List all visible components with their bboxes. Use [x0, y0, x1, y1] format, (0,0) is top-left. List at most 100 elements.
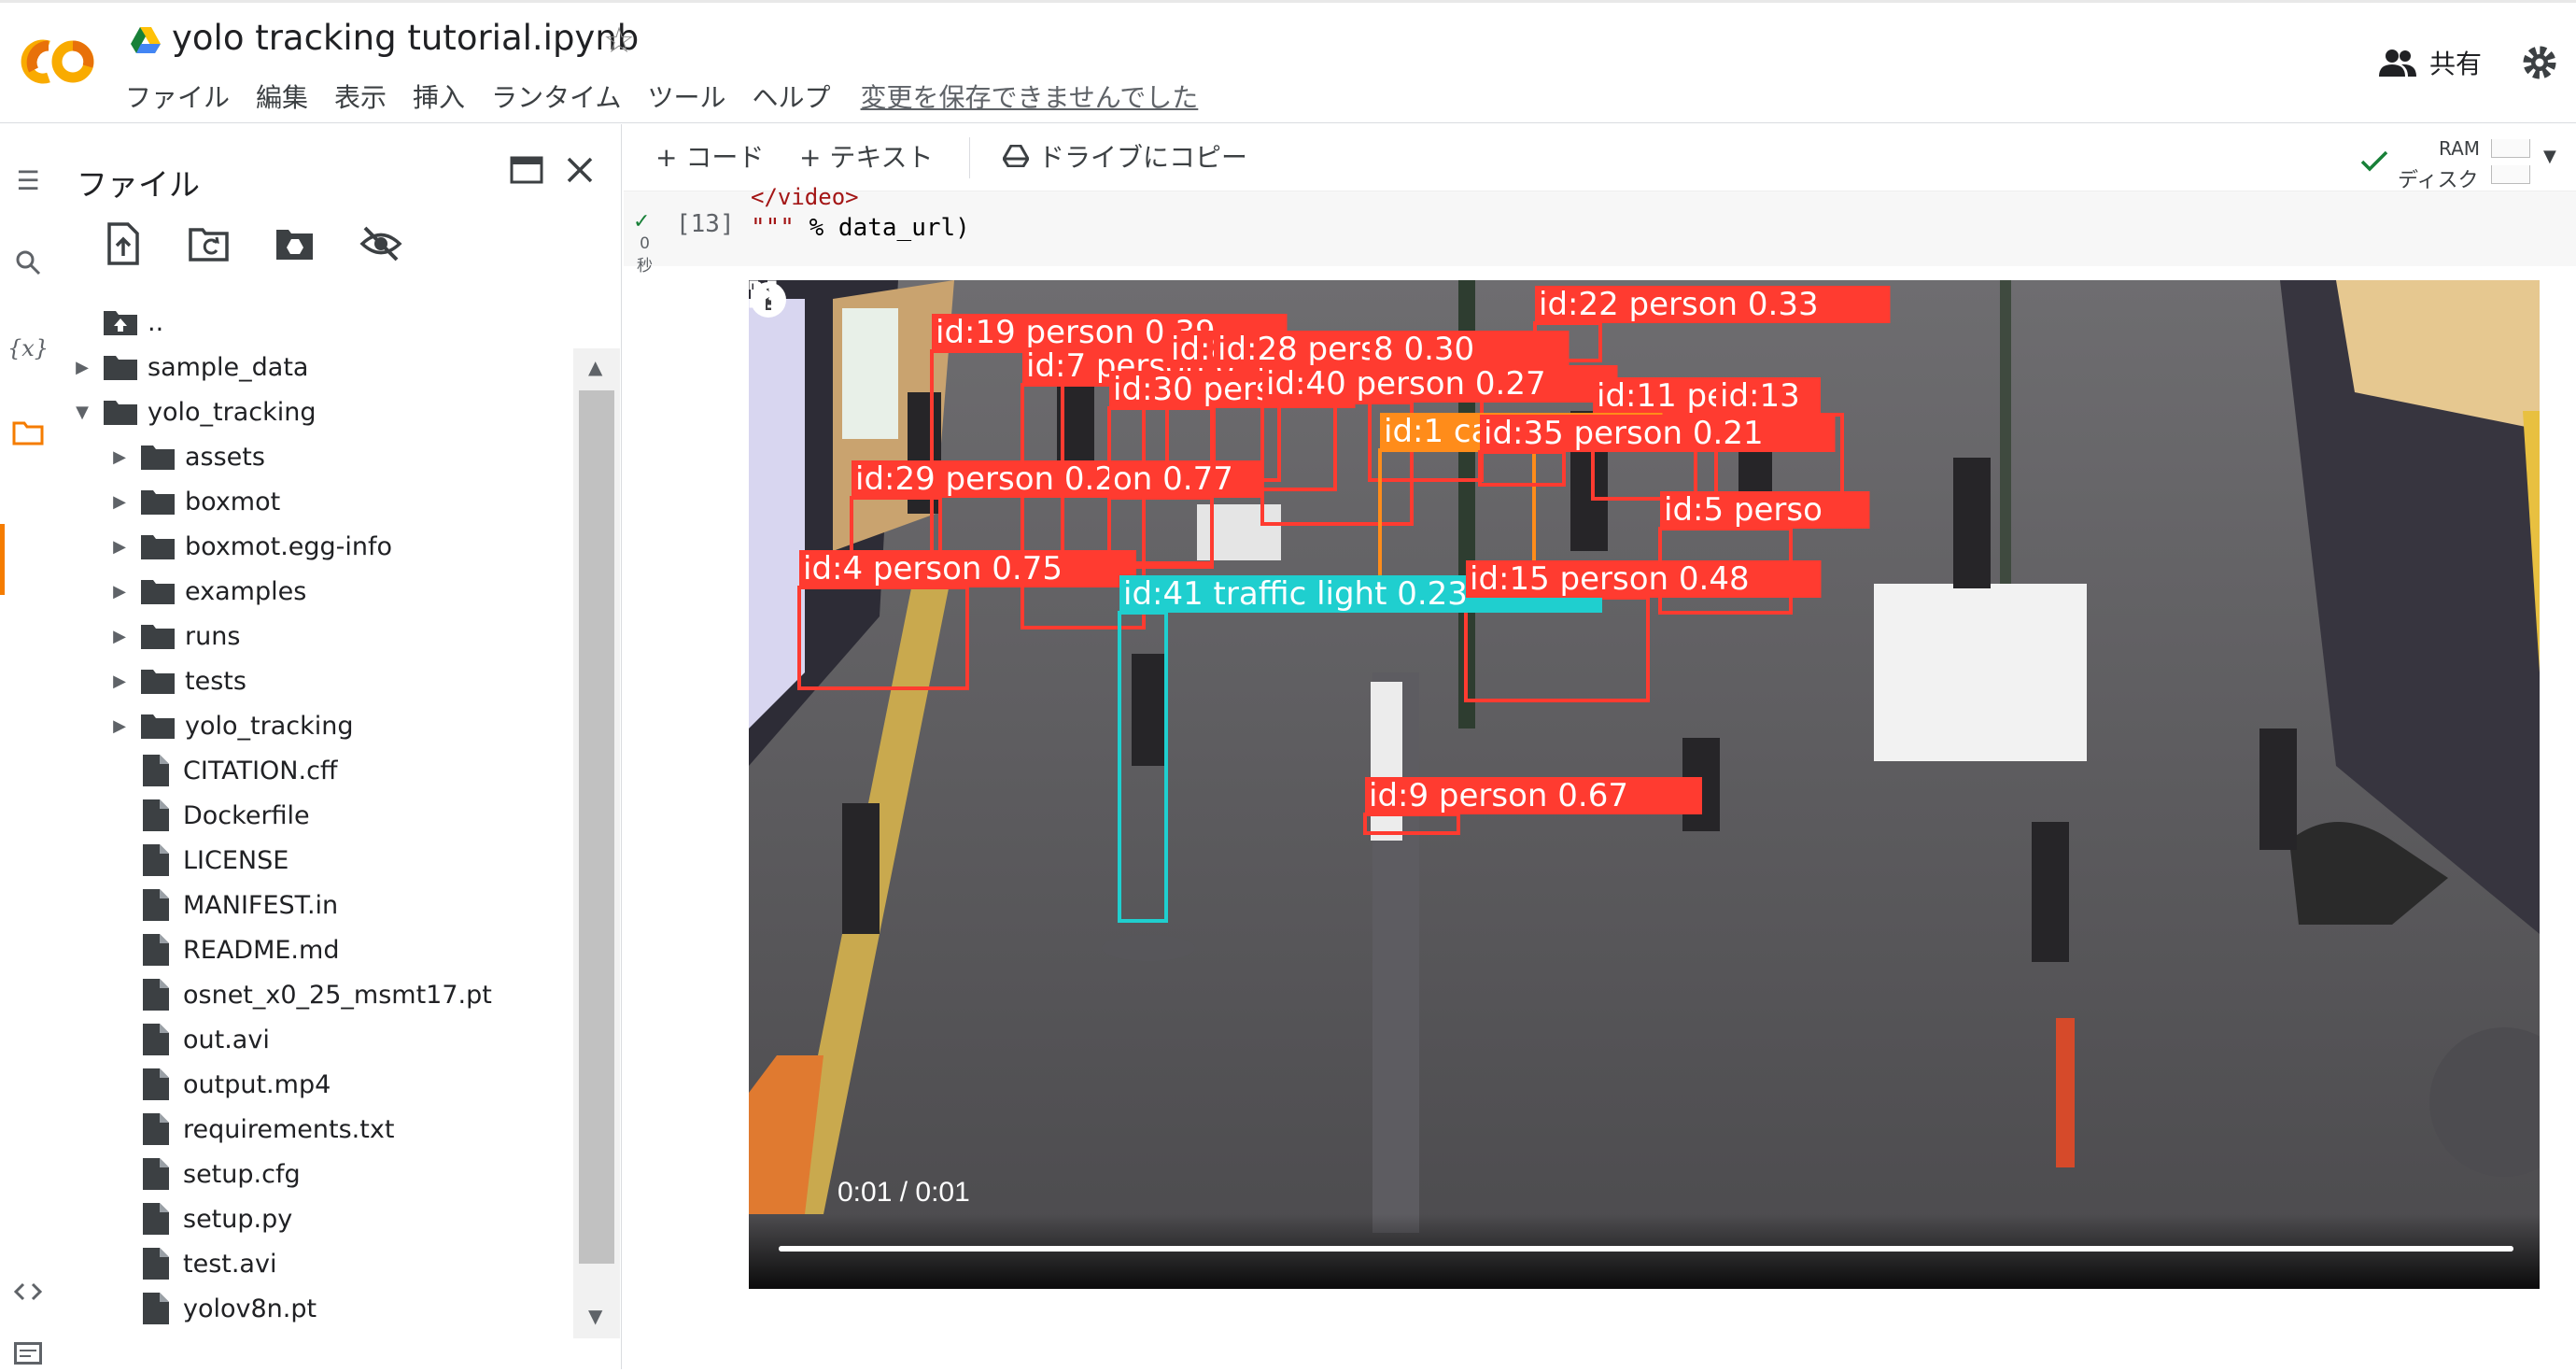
- file-tree-label: CITATION.cff: [183, 756, 338, 785]
- video-time: 0:01 / 0:01: [838, 1177, 970, 1208]
- file-icon: [143, 799, 169, 831]
- file-tree-folder[interactable]: ▶ assets: [110, 434, 265, 479]
- files-panel-title: ファイル: [77, 166, 200, 203]
- chevron-right-icon[interactable]: ▶: [110, 582, 129, 601]
- file-icon: [143, 1248, 169, 1280]
- code-line[interactable]: """ % data_url): [751, 214, 970, 242]
- menu-bar: ファイル 編集 表示 挿入 ランタイム ツール ヘルプ 変更を保存できませんでし…: [125, 78, 1224, 115]
- file-icon: [143, 979, 169, 1011]
- file-tree-file[interactable]: requirements.txt: [110, 1107, 394, 1152]
- file-tree-file[interactable]: LICENSE: [110, 838, 289, 883]
- exec-time-unit: 秒: [637, 257, 653, 276]
- more-vert-icon[interactable]: [749, 280, 767, 312]
- copy-to-drive-button[interactable]: ドライブにコピー: [1003, 137, 1247, 175]
- share-button[interactable]: 共有: [2379, 44, 2482, 81]
- chevron-right-icon[interactable]: ▶: [110, 537, 129, 557]
- copy-to-drive-label: ドライブにコピー: [1038, 142, 1248, 173]
- file-tree-file[interactable]: CITATION.cff: [110, 748, 338, 793]
- menu-insert[interactable]: 挿入: [413, 78, 465, 115]
- file-tree-file[interactable]: Dockerfile: [110, 793, 310, 838]
- file-tree-file[interactable]: README.md: [110, 927, 339, 972]
- drive-outline-icon: [1003, 145, 1029, 167]
- chevron-right-icon[interactable]: ▶: [110, 447, 129, 467]
- menu-tools[interactable]: ツール: [648, 78, 726, 115]
- video-player[interactable]: id:19 person 0.39 id:7 person 0.35 id:8 id:…: [749, 280, 2540, 1289]
- seek-bar[interactable]: [779, 1246, 2513, 1252]
- hide-icon[interactable]: [359, 222, 402, 265]
- file-tree-file[interactable]: setup.py: [110, 1196, 292, 1241]
- scroll-up-arrow[interactable]: ▲: [588, 356, 602, 378]
- menu-runtime[interactable]: ランタイム: [491, 78, 621, 115]
- file-tree-folder[interactable]: ▶ examples: [110, 569, 306, 614]
- file-icon: [143, 1024, 169, 1055]
- ram-label: RAM: [2439, 137, 2481, 160]
- variables-icon[interactable]: {x}: [7, 330, 49, 367]
- search-icon[interactable]: [9, 244, 47, 281]
- file-tree-folder[interactable]: ▶ boxmot.egg-info: [110, 524, 392, 569]
- folder-up-icon: [104, 311, 137, 335]
- mount-drive-icon[interactable]: [274, 222, 317, 265]
- chevron-right-icon[interactable]: ▶: [110, 716, 129, 736]
- detection-label: id:29 person 0.20: [855, 460, 1135, 498]
- file-tree-folder[interactable]: ▶ sample_data: [73, 345, 308, 389]
- upload-icon[interactable]: [102, 222, 145, 265]
- toc-icon[interactable]: ☰: [9, 162, 47, 199]
- file-tree-file[interactable]: yolov8n.pt: [110, 1286, 317, 1331]
- file-tree-file[interactable]: test.avi: [110, 1241, 276, 1286]
- folder-icon: [141, 714, 175, 739]
- menu-view[interactable]: 表示: [334, 78, 387, 115]
- detection-label: id:13: [1720, 377, 1800, 415]
- chevron-right-icon[interactable]: ▶: [73, 358, 91, 377]
- code-snippets-icon[interactable]: [9, 1273, 47, 1310]
- menu-file[interactable]: ファイル: [125, 78, 230, 115]
- chevron-right-icon[interactable]: ▶: [110, 627, 129, 646]
- resource-dropdown-icon[interactable]: ▼: [2543, 147, 2556, 166]
- folder-icon[interactable]: [9, 414, 47, 451]
- file-tree-folder[interactable]: ▶ yolo_tracking: [110, 703, 353, 748]
- file-tree-folder[interactable]: ▶ runs: [110, 614, 240, 658]
- seek-bar-fill: [779, 1246, 2513, 1252]
- file-tree-label: yolo_tracking: [185, 711, 354, 741]
- scrollbar-thumb[interactable]: [579, 390, 614, 1264]
- file-tree-file[interactable]: MANIFEST.in: [110, 883, 338, 927]
- files-actions: [102, 222, 402, 265]
- exec-time: 0 秒: [637, 233, 653, 277]
- code-cell[interactable]: ✓ 0 秒 [13] </video> """ % data_url): [624, 184, 2576, 276]
- people-icon: [2379, 50, 2416, 77]
- colab-logo[interactable]: [13, 29, 99, 94]
- file-tree-label: tests: [185, 666, 246, 696]
- file-tree-file[interactable]: out.avi: [110, 1017, 270, 1062]
- close-icon[interactable]: [566, 156, 594, 184]
- file-tree-file[interactable]: osnet_x0_25_msmt17.pt: [110, 972, 492, 1017]
- file-tree-file[interactable]: setup.cfg: [110, 1152, 301, 1196]
- chevron-right-icon[interactable]: ▶: [110, 672, 129, 691]
- scroll-down-arrow[interactable]: ▼: [588, 1305, 602, 1327]
- notebook-title[interactable]: yolo tracking tutorial.ipynb: [172, 18, 639, 58]
- ram-meter: [2491, 139, 2530, 158]
- file-tree-folder[interactable]: ▶ tests: [110, 658, 246, 703]
- file-icon: [143, 1293, 169, 1324]
- chevron-right-icon[interactable]: ▶: [110, 492, 129, 512]
- file-tree-file[interactable]: output.mp4: [110, 1062, 331, 1107]
- save-warning-link[interactable]: 変更を保存できませんでした: [861, 78, 1199, 115]
- refresh-icon[interactable]: [188, 222, 231, 265]
- menu-help[interactable]: ヘルプ: [753, 78, 831, 115]
- gear-icon[interactable]: [2521, 44, 2558, 81]
- file-tree-folder[interactable]: ▼ yolo_tracking: [73, 389, 316, 434]
- file-icon: [143, 1068, 169, 1100]
- code-string-quote: """: [751, 214, 795, 242]
- file-tree-folder[interactable]: ..: [73, 300, 163, 345]
- drive-icon: [131, 27, 161, 53]
- terminal-icon[interactable]: [9, 1335, 47, 1372]
- add-text-button[interactable]: + テキスト: [799, 137, 934, 175]
- file-tree-label: LICENSE: [183, 845, 289, 875]
- file-tree-label: README.md: [183, 935, 340, 965]
- add-code-button[interactable]: + コード: [655, 137, 764, 175]
- file-tree-folder[interactable]: ▶ boxmot: [110, 479, 280, 524]
- detection-label: id:40 person 0.27: [1266, 365, 1546, 403]
- star-icon[interactable]: ☆: [603, 20, 635, 61]
- chevron-down-icon[interactable]: ▼: [73, 403, 91, 422]
- menu-edit[interactable]: 編集: [256, 78, 308, 115]
- file-tree-label: runs: [185, 621, 241, 651]
- code-prev-line: </video>: [751, 184, 859, 210]
